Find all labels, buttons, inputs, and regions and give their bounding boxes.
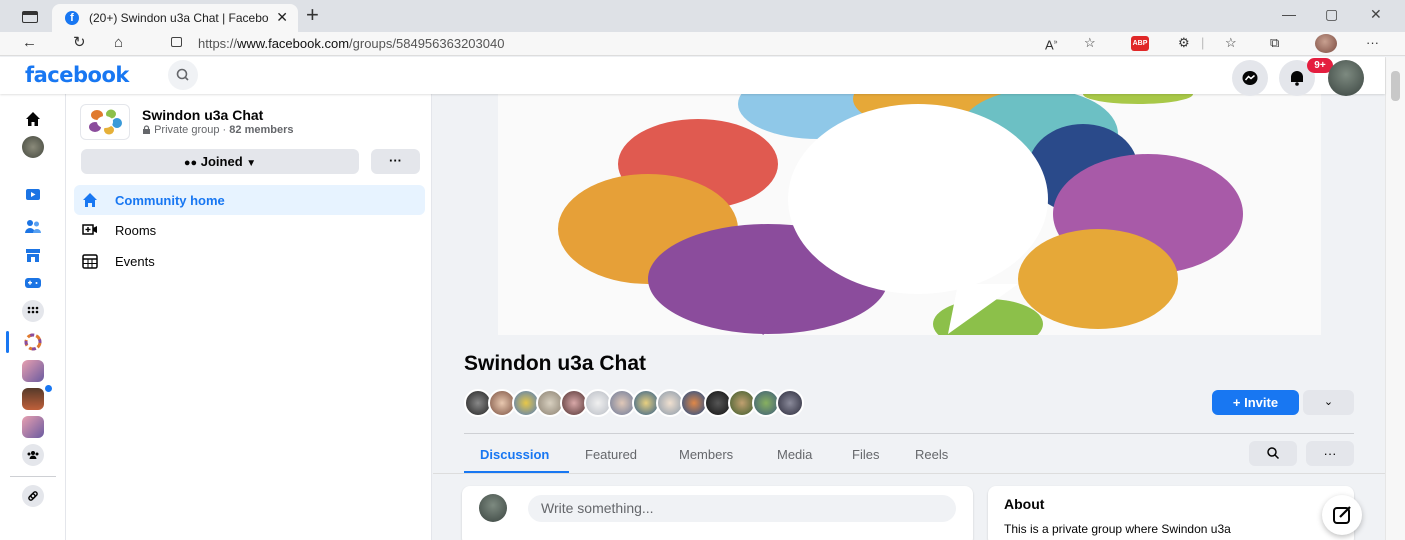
group-logo[interactable]: [80, 104, 130, 140]
settings-more-icon[interactable]: ···: [1366, 35, 1379, 51]
new-message-button[interactable]: [1322, 495, 1362, 535]
tab-media[interactable]: Media: [777, 447, 812, 462]
favorites-icon[interactable]: ☆: [1225, 35, 1237, 51]
adblock-icon[interactable]: ABP: [1131, 36, 1149, 51]
tab-files[interactable]: Files: [852, 447, 879, 462]
home-icon[interactable]: [22, 108, 44, 130]
nav-label: Community home: [115, 193, 225, 208]
home-icon: [83, 193, 97, 207]
more-menu-icon[interactable]: [22, 300, 44, 322]
collections-icon[interactable]: ⧉: [1270, 35, 1279, 51]
tabs-divider: [464, 433, 1354, 434]
invite-button[interactable]: + Invite: [1212, 390, 1299, 415]
group-shortcut-icon[interactable]: [22, 416, 44, 438]
rooms-icon: [82, 224, 97, 235]
unread-dot: [44, 384, 53, 393]
group-shortcut-icon[interactable]: [22, 388, 44, 410]
chevron-down-icon: ⌄: [1323, 396, 1334, 408]
tab-featured[interactable]: Featured: [585, 447, 637, 462]
address-bar: ← ↻ ⌂ https://www.facebook.com/groups/58…: [0, 32, 1405, 56]
lock-icon: [143, 125, 150, 134]
rail-divider: [10, 476, 56, 477]
browser-tab-bar: f (20+) Swindon u3a Chat | Facebo ✕ + — …: [0, 0, 1405, 32]
group-sidebar: Swindon u3a Chat Private group · 82 memb…: [66, 94, 432, 540]
read-aloud-icon[interactable]: A»: [1045, 35, 1058, 53]
tab-actions-icon[interactable]: [22, 11, 38, 23]
tab-members[interactable]: Members: [679, 447, 733, 462]
gaming-icon[interactable]: [22, 272, 44, 294]
group-people-icon: ●●: [183, 157, 198, 169]
groups-icon[interactable]: [22, 444, 44, 466]
messenger-icon: [1242, 71, 1258, 85]
restore-button[interactable]: ▢: [1325, 6, 1338, 23]
facebook-favicon-icon: f: [65, 11, 79, 25]
nav-rooms[interactable]: Rooms: [74, 215, 425, 245]
left-rail: [0, 94, 66, 540]
group-shortcut-icon[interactable]: [22, 360, 44, 382]
minimize-button[interactable]: —: [1282, 6, 1296, 22]
calendar-icon: [82, 254, 98, 269]
scroll-thumb[interactable]: [1391, 71, 1400, 101]
lock-icon[interactable]: [171, 37, 182, 47]
browser-profile-avatar[interactable]: [1315, 34, 1337, 53]
about-title: About: [1004, 496, 1045, 512]
marketplace-icon[interactable]: [22, 244, 44, 266]
group-meta: Private group · 82 members: [142, 124, 294, 136]
group-title: Swindon u3a Chat: [464, 352, 647, 375]
facebook-header: facebook 9+: [0, 57, 1385, 96]
search-icon: [1267, 447, 1280, 460]
link-icon[interactable]: [22, 485, 44, 507]
group-search-button[interactable]: [1249, 441, 1297, 466]
search-button[interactable]: [168, 60, 198, 90]
about-text: This is a private group where Swindon u3…: [1004, 522, 1231, 536]
tab-reels[interactable]: Reels: [915, 447, 948, 462]
messenger-button[interactable]: [1232, 60, 1268, 96]
account-avatar[interactable]: [1328, 60, 1364, 96]
back-icon[interactable]: ←: [22, 34, 37, 52]
post-composer: Write something...: [462, 486, 973, 540]
composer-avatar[interactable]: [479, 494, 507, 522]
search-icon: [176, 68, 189, 81]
joined-button[interactable]: ●● Joined ▼: [81, 149, 359, 174]
group-main: Swindon u3a Chat + Invite ⌄ Discussion F…: [433, 94, 1385, 540]
tab-close-icon[interactable]: ✕: [276, 9, 288, 26]
nav-community-home[interactable]: Community home: [74, 185, 425, 215]
nav-label: Events: [115, 254, 155, 269]
content-separator: [433, 473, 1385, 474]
group-members-count[interactable]: 82 members: [229, 124, 293, 136]
tabs-more-button[interactable]: ···: [1306, 441, 1354, 466]
write-something-input[interactable]: Write something...: [528, 495, 956, 522]
toolbar-divider: |: [1201, 35, 1205, 50]
cover-photo[interactable]: [498, 94, 1321, 335]
refresh-icon[interactable]: ↻: [73, 34, 86, 52]
nav-label: Rooms: [115, 223, 157, 238]
active-indicator: [6, 331, 9, 353]
profile-avatar-icon[interactable]: [22, 136, 44, 158]
group-privacy: Private group: [154, 124, 220, 136]
extensions-icon[interactable]: ⚙: [1178, 35, 1190, 51]
favorite-add-icon[interactable]: ☆: [1084, 35, 1096, 51]
browser-tab[interactable]: f (20+) Swindon u3a Chat | Facebo ✕: [52, 4, 298, 32]
group-name[interactable]: Swindon u3a Chat: [142, 107, 263, 123]
home-browser-icon[interactable]: ⌂: [114, 34, 123, 52]
nav-events[interactable]: Events: [74, 246, 425, 276]
watch-icon[interactable]: [22, 184, 44, 206]
caret-down-icon: ▼: [246, 158, 257, 169]
tab-title: (20+) Swindon u3a Chat | Facebo: [89, 11, 269, 25]
joined-label: Joined: [200, 154, 243, 169]
member-avatar[interactable]: [776, 389, 804, 417]
group-more-button[interactable]: ···: [371, 149, 420, 174]
group-options-dropdown[interactable]: ⌄: [1303, 390, 1354, 415]
new-tab-button[interactable]: +: [306, 4, 319, 26]
page-scrollbar[interactable]: [1385, 57, 1405, 540]
about-card: About This is a private group where Swin…: [988, 486, 1354, 540]
facebook-logo[interactable]: facebook: [25, 63, 129, 87]
close-window-button[interactable]: ✕: [1370, 6, 1382, 23]
compose-icon: [1333, 506, 1351, 524]
friends-icon[interactable]: [22, 216, 44, 238]
group-swindon-chat-shortcut-icon[interactable]: [22, 331, 44, 353]
tab-discussion[interactable]: Discussion: [480, 447, 549, 462]
url-field[interactable]: https://www.facebook.com/groups/58495636…: [198, 36, 504, 51]
